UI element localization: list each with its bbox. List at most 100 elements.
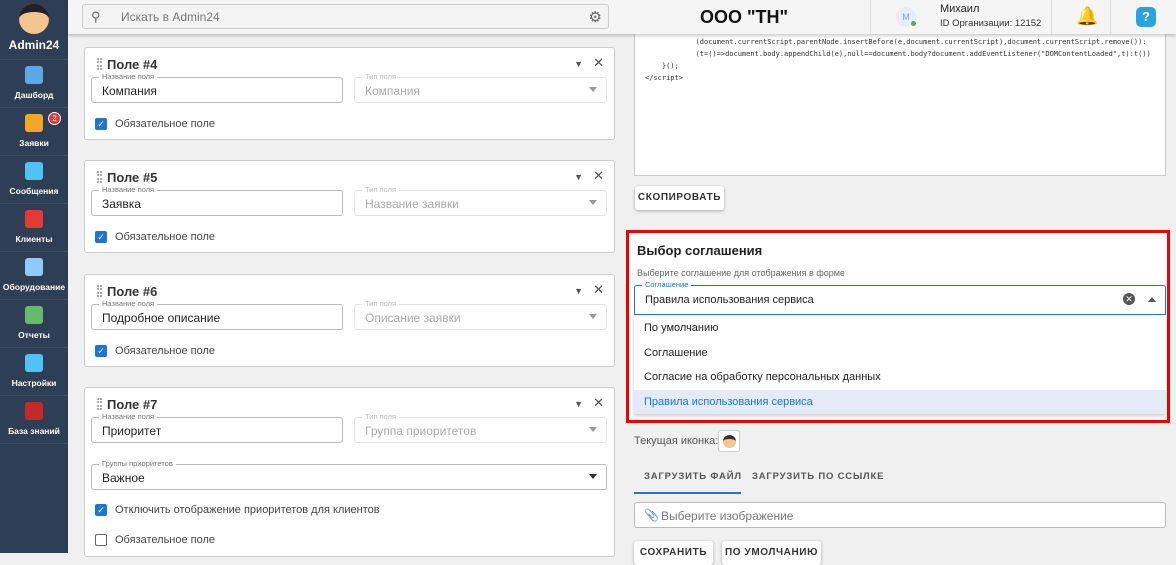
required-checkbox[interactable]: ✓ [95, 118, 107, 130]
tab-upload-url[interactable]: ЗАГРУЗИТЬ ПО ССЫЛКЕ [742, 466, 894, 492]
copy-button[interactable]: СКОПИРОВАТЬ [635, 186, 724, 210]
gear-icon [25, 354, 43, 372]
search-settings-icon[interactable]: ⚙ [589, 8, 602, 26]
required-label: Обязательное поле [115, 534, 216, 546]
chevron-down-icon [589, 314, 597, 319]
default-button[interactable]: ПО УМОЛЧАНИЮ [722, 541, 821, 565]
sidebar: Admin24 Дашборд Заявки 2 Сообщения Клиенты Об… [0, 0, 68, 553]
logo[interactable]: Admin24 [0, 4, 68, 60]
embed-code-block[interactable]: (document.currentScript.parentNode.inser… [634, 20, 1166, 176]
priority-groups-select[interactable]: Группы приоритетов Важное [91, 459, 607, 490]
option-agreement[interactable]: Соглашение [634, 341, 1166, 366]
file-placeholder: Выберите изображение [661, 509, 794, 523]
header-divider [1051, 0, 1052, 34]
help-icon[interactable]: ? [1136, 7, 1156, 27]
field-name-value: Подробное описание [102, 311, 221, 325]
card-controls: ▼ ✕ [574, 395, 604, 411]
sidebar-item-label: Заявки [19, 138, 49, 148]
hide-priorities-checkbox[interactable]: ✓ [95, 504, 107, 516]
field-name-input[interactable]: Название поля Приоритет [91, 412, 343, 443]
current-icon-preview [718, 430, 740, 452]
field-type-value: Компания [365, 84, 420, 98]
sidebar-item[interactable]: Клиенты [0, 204, 68, 252]
collapse-icon[interactable]: ▼ [574, 399, 583, 409]
field-type-select: Тип поля Компания [354, 72, 607, 103]
field-name-input[interactable]: Название поля Компания [91, 72, 343, 103]
organization-name: ООО "ТН" [700, 7, 789, 27]
search-input[interactable]: ⚲ Искать в Admin24 ⚙ [82, 4, 609, 29]
required-checkbox[interactable] [95, 534, 107, 546]
collapse-icon[interactable]: ▼ [574, 59, 583, 69]
avatar-face-icon [722, 435, 736, 448]
book-icon [25, 402, 43, 420]
field-type-label: Тип поля [362, 412, 400, 421]
field-card: Поле #5 ▼ ✕ Название поля Заявка Тип поля Назв… [84, 160, 615, 253]
sidebar-item-label: Клиенты [15, 234, 53, 244]
clear-icon[interactable]: ✕ [1123, 293, 1135, 305]
collapse-icon[interactable]: ▼ [574, 286, 583, 296]
chevron-down-icon[interactable] [589, 474, 597, 479]
field-name-label: Название поля [99, 299, 158, 308]
option-personal-data[interactable]: Согласие на обработку персональных данны… [634, 365, 1166, 390]
sidebar-item[interactable]: Дашборд [0, 60, 68, 108]
drag-handle-icon[interactable] [97, 398, 102, 410]
option-default[interactable]: По умолчанию [634, 316, 1166, 341]
report-icon [25, 306, 43, 324]
header: ⚲ Искать в Admin24 ⚙ ООО "ТН" М Михаил I… [68, 0, 1176, 34]
chevron-down-icon [589, 200, 597, 205]
required-label: Обязательное поле [115, 118, 216, 130]
drag-handle-icon[interactable] [97, 171, 102, 183]
paperclip-icon: 📎 [644, 508, 659, 522]
drag-handle-icon[interactable] [97, 58, 102, 70]
agreement-select-label: Соглашение [642, 280, 692, 289]
field-name-value: Заявка [102, 197, 141, 211]
online-status-dot [911, 21, 916, 26]
field-type-select: Тип поля Название заявки [354, 185, 607, 216]
sidebar-item[interactable]: Настройки [0, 348, 68, 396]
megaphone-icon [25, 114, 43, 132]
option-terms-of-service[interactable]: Правила использования сервиса [634, 389, 1166, 414]
close-icon[interactable]: ✕ [593, 282, 604, 297]
sidebar-item[interactable]: Отчеты [0, 300, 68, 348]
sidebar-item[interactable]: База знаний [0, 396, 68, 444]
sidebar-item-label: Дашборд [14, 90, 54, 100]
image-file-input[interactable]: 📎 Выберите изображение [634, 502, 1166, 528]
field-type-value: Группа приоритетов [365, 424, 477, 438]
collapse-icon[interactable]: ▼ [574, 172, 583, 182]
bell-icon[interactable]: 🔔 [1076, 6, 1098, 27]
close-icon[interactable]: ✕ [593, 55, 604, 70]
avatar-letter: М [902, 12, 910, 22]
agreement-select[interactable]: Соглашение Правила использования сервиса… [634, 280, 1166, 315]
sidebar-item[interactable]: Оборудование [0, 252, 68, 300]
sidebar-item[interactable]: Заявки 2 [0, 108, 68, 156]
chevron-down-icon [589, 87, 597, 92]
search-icon: ⚲ [91, 9, 101, 24]
card-controls: ▼ ✕ [574, 55, 604, 71]
field-card: Поле #7 ▼ ✕ Название поля Приоритет Тип поля Г… [84, 387, 615, 557]
logo-avatar-icon [19, 4, 49, 34]
avatar[interactable]: М [896, 7, 916, 27]
field-title: Поле #4 [107, 57, 158, 72]
sidebar-item[interactable]: Сообщения [0, 156, 68, 204]
users-icon [25, 210, 43, 228]
chevron-up-icon[interactable] [1148, 297, 1156, 302]
agreement-dropdown-menu: По умолчанию Соглашение Согласие на обра… [634, 316, 1166, 414]
required-label: Обязательное поле [115, 231, 216, 243]
save-button[interactable]: СОХРАНИТЬ [634, 541, 713, 565]
notification-badge: 2 [48, 112, 61, 125]
required-checkbox[interactable]: ✓ [95, 231, 107, 243]
close-icon[interactable]: ✕ [593, 395, 604, 410]
current-icon-label: Текущая иконка: [634, 435, 719, 447]
field-type-select: Тип поля Группа приоритетов [354, 412, 607, 443]
sidebar-item-label: Оборудование [2, 282, 66, 292]
field-type-label: Тип поля [362, 299, 400, 308]
tab-upload-file[interactable]: ЗАГРУЗИТЬ ФАЙЛ [634, 466, 741, 494]
field-name-input[interactable]: Название поля Подробное описание [91, 299, 343, 330]
close-icon[interactable]: ✕ [593, 168, 604, 183]
field-type-value: Название заявки [365, 197, 459, 211]
card-controls: ▼ ✕ [574, 282, 604, 298]
drag-handle-icon[interactable] [97, 285, 102, 297]
field-name-value: Приоритет [102, 424, 162, 438]
required-checkbox[interactable]: ✓ [95, 345, 107, 357]
field-name-input[interactable]: Название поля Заявка [91, 185, 343, 216]
